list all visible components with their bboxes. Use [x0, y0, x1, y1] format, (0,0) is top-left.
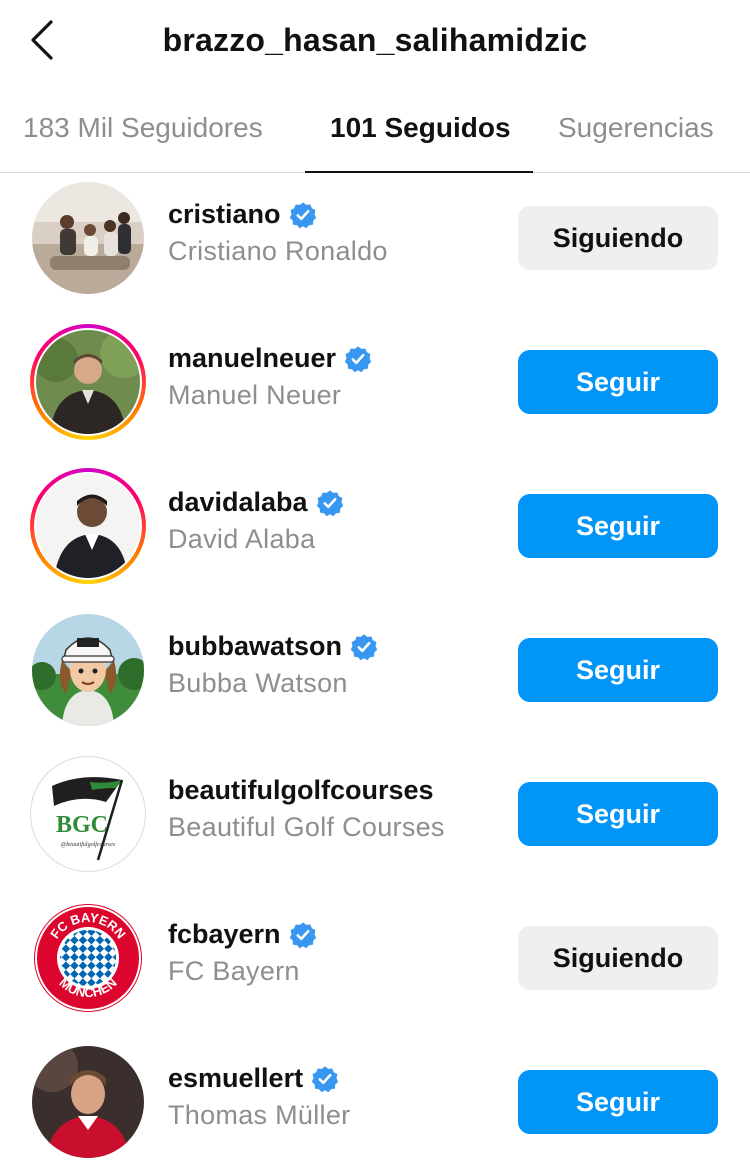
- avatar[interactable]: BGC @beautifulgolfcourses: [30, 756, 146, 872]
- list-item: esmuellert Thomas Müller Seguir: [0, 1037, 750, 1167]
- avatar[interactable]: [30, 180, 146, 296]
- tab-suggestions[interactable]: Sugerencias: [558, 112, 714, 144]
- follow-button[interactable]: Seguir: [518, 494, 718, 558]
- verified-badge-icon: [316, 489, 343, 516]
- profile-username-title: brazzo_hasan_salihamidzic: [162, 22, 588, 58]
- follow-button[interactable]: Seguir: [518, 782, 718, 846]
- fc-bayern-crest-avatar: FC BAYERN MÜNCHEN: [32, 902, 144, 1014]
- follow-button[interactable]: Seguir: [518, 638, 718, 702]
- person-photo-avatar: [36, 330, 140, 434]
- list-item: manuelneuer Manuel Neuer Seguir: [0, 317, 750, 447]
- username[interactable]: esmuellert: [168, 1063, 303, 1094]
- family-photo-avatar: [32, 182, 144, 294]
- tab-following[interactable]: 101 Seguidos: [330, 112, 511, 144]
- username[interactable]: cristiano: [168, 199, 281, 230]
- cartoon-golfer-avatar: [32, 614, 144, 726]
- verified-badge-icon: [289, 201, 316, 228]
- avatar[interactable]: FC BAYERN MÜNCHEN: [30, 900, 146, 1016]
- list-item: davidalaba David Alaba Seguir: [0, 461, 750, 591]
- username[interactable]: davidalaba: [168, 487, 308, 518]
- full-name: FC Bayern: [168, 956, 300, 986]
- follow-button[interactable]: Seguir: [518, 350, 718, 414]
- bgc-logo-subtext: @beautifulgolfcourses: [61, 841, 116, 848]
- username[interactable]: bubbawatson: [168, 631, 342, 662]
- verified-badge-icon: [344, 345, 372, 372]
- follow-button[interactable]: Seguir: [518, 1070, 718, 1134]
- username[interactable]: beautifulgolfcourses: [168, 775, 434, 806]
- full-name: Cristiano Ronaldo: [168, 236, 388, 266]
- tab-followers[interactable]: 183 Mil Seguidores: [23, 112, 263, 144]
- bgc-logo-avatar: BGC @beautifulgolfcourses: [32, 758, 144, 870]
- person-photo-avatar: [32, 1046, 144, 1158]
- list-item: cristiano Cristiano Ronaldo Siguiendo: [0, 173, 750, 303]
- following-button[interactable]: Siguiendo: [518, 926, 718, 990]
- list-item: BGC @beautifulgolfcourses beautifulgolfc…: [0, 749, 750, 879]
- avatar[interactable]: [30, 612, 146, 728]
- verified-badge-icon: [311, 1065, 339, 1092]
- avatar-story-ring[interactable]: [30, 468, 146, 584]
- avatar-story-ring[interactable]: [30, 324, 146, 440]
- tab-bar: 183 Mil Seguidores 101 Seguidos Sugerenc…: [0, 82, 750, 173]
- following-button[interactable]: Siguiendo: [518, 206, 718, 270]
- list-item: FC BAYERN MÜNCHEN fcbayern FC Bayern Sig…: [0, 893, 750, 1023]
- person-photo-avatar: [36, 474, 140, 578]
- verified-badge-icon: [350, 633, 378, 660]
- full-name: David Alaba: [168, 524, 316, 554]
- username[interactable]: manuelneuer: [168, 343, 336, 374]
- verified-badge-icon: [289, 921, 316, 948]
- list-item: bubbawatson Bubba Watson Seguir: [0, 605, 750, 735]
- avatar[interactable]: [30, 1044, 146, 1160]
- full-name: Thomas Müller: [168, 1100, 351, 1130]
- full-name: Bubba Watson: [168, 668, 348, 698]
- top-bar: brazzo_hasan_salihamidzic: [0, 0, 750, 82]
- full-name: Beautiful Golf Courses: [168, 812, 445, 842]
- bgc-logo-text: BGC: [56, 812, 108, 838]
- full-name: Manuel Neuer: [168, 380, 342, 410]
- username[interactable]: fcbayern: [168, 919, 281, 950]
